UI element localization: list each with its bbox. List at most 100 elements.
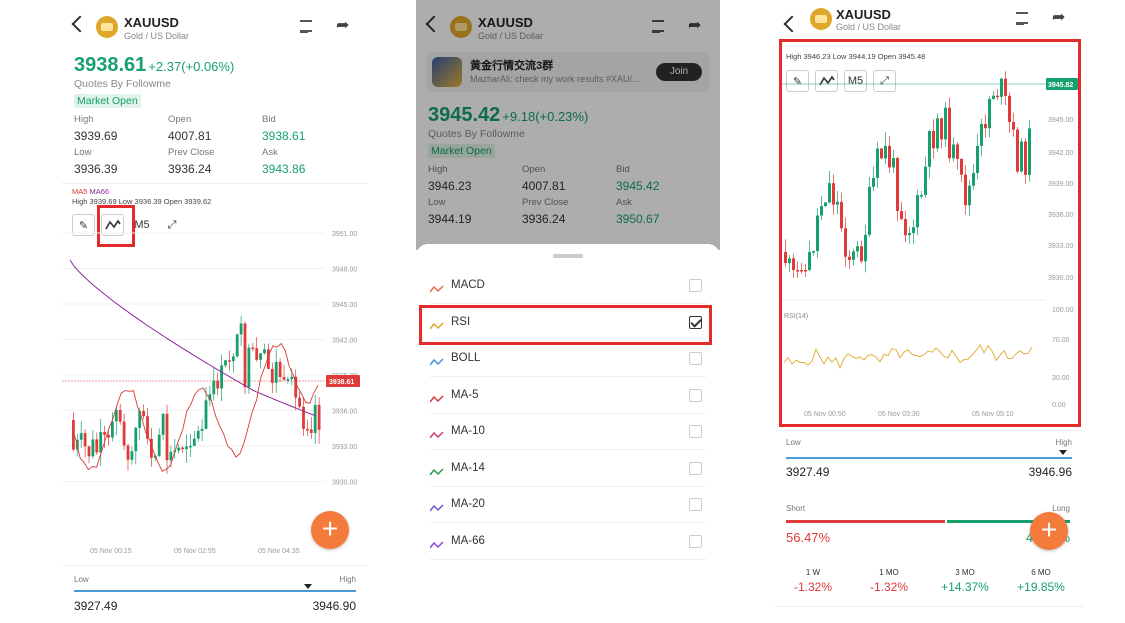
indicator-checkbox[interactable] [689,425,702,438]
gold-coin-icon [810,8,832,30]
candle-body [282,376,286,380]
y-tick-label: 3930.00 [332,480,357,487]
bid-label: Bid [262,114,276,125]
candle-body [286,379,290,381]
indicator-icon [429,391,444,402]
watchlist-icon[interactable] [300,18,318,34]
price-tag: 3938.61 [329,379,354,386]
candle-body [181,447,184,450]
candle-body [224,360,227,366]
indicator-icon [429,281,444,293]
candle-body [196,430,200,439]
performance-value: +14.37% [941,580,989,594]
candle-body [298,397,301,407]
performance-item: 6 MO +19.85% [1006,568,1076,594]
short-label: Short [786,504,806,513]
divider [774,430,1084,431]
candle-body [165,413,169,461]
range-bar [786,457,1072,459]
indicator-checkbox[interactable] [689,534,702,548]
candle-body [87,446,91,457]
back-icon[interactable] [71,15,89,33]
y-tick-label: 3936.00 [332,409,357,416]
indicator-icon [429,500,444,512]
candle-body [306,428,309,431]
indicator-icon [429,427,444,439]
candle-body [142,410,145,417]
indicator-row-macd[interactable]: MACD [429,268,706,304]
performance-item: 1 MO -1.32% [854,568,924,594]
back-icon[interactable] [783,15,801,33]
indicator-checkbox[interactable] [689,461,702,475]
indicator-icon [429,537,444,548]
range-high-value: 3946.96 [1028,465,1072,479]
range-low-value: 3927.49 [786,465,830,479]
open-value: 4007.81 [168,129,212,143]
indicator-name: MA-14 [451,461,485,474]
performance-item: 1 W -1.32% [778,568,848,594]
indicator-name: MACD [451,279,485,291]
candle-body [220,365,223,389]
modal-overlay[interactable] [416,0,720,250]
ask-value: 3943.86 [262,162,306,176]
candle-body [212,380,216,395]
quotes-source: Quotes By Followme [74,78,171,90]
watchlist-icon[interactable] [1016,10,1034,26]
short-fill [786,520,946,523]
indicator-checkbox[interactable] [689,498,702,511]
candle-body [243,323,247,388]
sheet-handle[interactable] [553,254,583,258]
candle-body [247,347,251,388]
open-label: Open [168,114,192,125]
share-icon[interactable]: ➦ [1052,10,1070,26]
indicator-row-ma-66[interactable]: MA-66 [429,524,706,560]
chart-screen-ma: XAUUSD Gold / US Dollar ➦ 3938.61 +2.37(+… [62,0,368,623]
indicator-checkbox[interactable] [689,388,702,402]
range-low-label: Low [74,575,89,584]
indicator-row-ma-5[interactable]: MA-5 [429,378,706,414]
candle-body [130,451,134,460]
range-high-label: High [1055,438,1072,447]
indicator-row-ma-20[interactable]: MA-20 [429,487,706,523]
add-order-button[interactable]: + [1030,512,1068,550]
candle-body [118,410,122,422]
y-tick-label: 3933.00 [332,444,357,451]
symbol-subtitle: Gold / US Dollar [836,22,902,32]
indicator-checkbox[interactable] [689,352,702,365]
candle-body [91,439,95,457]
gold-coin-icon [96,16,118,38]
performance-value: +19.85% [1017,580,1065,594]
candle-body [274,361,278,383]
low-value: 3936.39 [74,162,118,176]
indicator-name: MA-20 [451,498,485,510]
candle-body [161,413,165,435]
prev-close-value: 3936.24 [168,162,212,176]
share-icon[interactable]: ➦ [336,18,354,34]
ma66-line [69,259,317,417]
indicator-row-ma-14[interactable]: MA-14 [429,451,706,487]
candle-body [95,439,99,453]
symbol-title: XAUUSD [836,7,891,22]
range-low-label: Low [786,438,801,447]
candle-body [200,428,204,431]
ma-legend: MA5 MA66 [72,187,109,196]
indicator-icon [429,354,444,366]
candle-body [278,361,282,377]
candle-body [157,434,161,456]
indicator-picker-screen: XAUUSD Gold / US Dollar ➦ 黄金行情交流3群 Mazha… [416,0,720,623]
performance-value: -1.32% [793,580,833,594]
candle-body [107,434,110,438]
short-percent: 56.47% [786,530,831,545]
divider [62,565,368,566]
indicator-row-ma-10[interactable]: MA-10 [429,414,706,450]
x-tick-label: 05 Nov 00:15 [90,548,132,555]
indicator-row-boll[interactable]: BOLL [429,341,706,377]
candle-body [177,447,181,451]
candle-body [317,404,321,430]
indicator-checkbox[interactable] [689,279,702,292]
symbol-subtitle: Gold / US Dollar [124,31,190,41]
add-order-button[interactable]: + [311,511,349,549]
symbol-title: XAUUSD [124,15,179,30]
range-marker [304,584,313,589]
high-label: High [74,114,94,125]
